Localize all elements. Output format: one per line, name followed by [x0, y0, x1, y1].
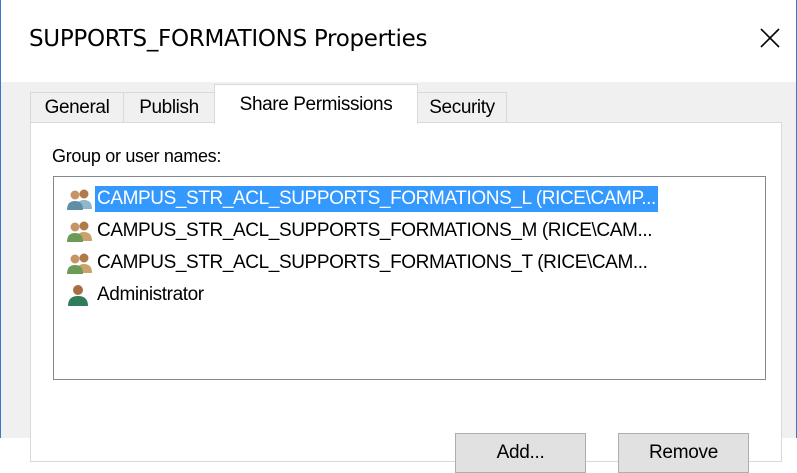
tab-publish-label: Publish [139, 96, 199, 118]
list-item[interactable]: CAMPUS_STR_ACL_SUPPORTS_FORMATIONS_T (RI… [65, 249, 650, 277]
tab-share-permissions[interactable]: Share Permissions [214, 84, 418, 124]
group-users-icon [67, 189, 92, 210]
tab-share-permissions-label: Share Permissions [239, 93, 393, 115]
tab-general-label: General [44, 96, 110, 118]
remove-button[interactable]: Remove [618, 433, 749, 473]
user-name: CAMPUS_STR_ACL_SUPPORTS_FORMATIONS_L (RI… [95, 186, 658, 212]
tab-security-label: Security [429, 96, 495, 118]
list-item[interactable]: CAMPUS_STR_ACL_SUPPORTS_FORMATIONS_L (RI… [65, 185, 658, 213]
tab-publish[interactable]: Publish [123, 92, 215, 122]
dialog-client-area: General Publish Share Permissions Securi… [1, 82, 796, 473]
close-icon [760, 28, 780, 48]
properties-window: SUPPORTS_FORMATIONS Properties General P… [0, 0, 797, 473]
user-name: CAMPUS_STR_ACL_SUPPORTS_FORMATIONS_T (RI… [97, 252, 648, 273]
close-button[interactable] [750, 18, 790, 58]
tab-general[interactable]: General [30, 92, 124, 122]
group-users-icon [67, 221, 92, 242]
window-title: SUPPORTS_FORMATIONS Properties [29, 26, 428, 52]
title-bar[interactable]: SUPPORTS_FORMATIONS Properties [1, 0, 796, 82]
add-button[interactable]: Add... [455, 433, 586, 473]
tab-security[interactable]: Security [417, 92, 507, 122]
group-users-icon [67, 253, 92, 274]
list-item[interactable]: CAMPUS_STR_ACL_SUPPORTS_FORMATIONS_M (RI… [65, 217, 654, 245]
share-permissions-panel: Group or user names: CAMPUS_STR_ACL_SUPP… [30, 122, 782, 473]
user-list[interactable]: CAMPUS_STR_ACL_SUPPORTS_FORMATIONS_L (RI… [53, 176, 766, 380]
user-icon [68, 285, 88, 306]
group-or-user-names-label: Group or user names: [52, 146, 222, 166]
user-name: Administrator [97, 284, 204, 305]
list-item[interactable]: Administrator [65, 281, 206, 309]
user-name: CAMPUS_STR_ACL_SUPPORTS_FORMATIONS_M (RI… [97, 220, 653, 241]
